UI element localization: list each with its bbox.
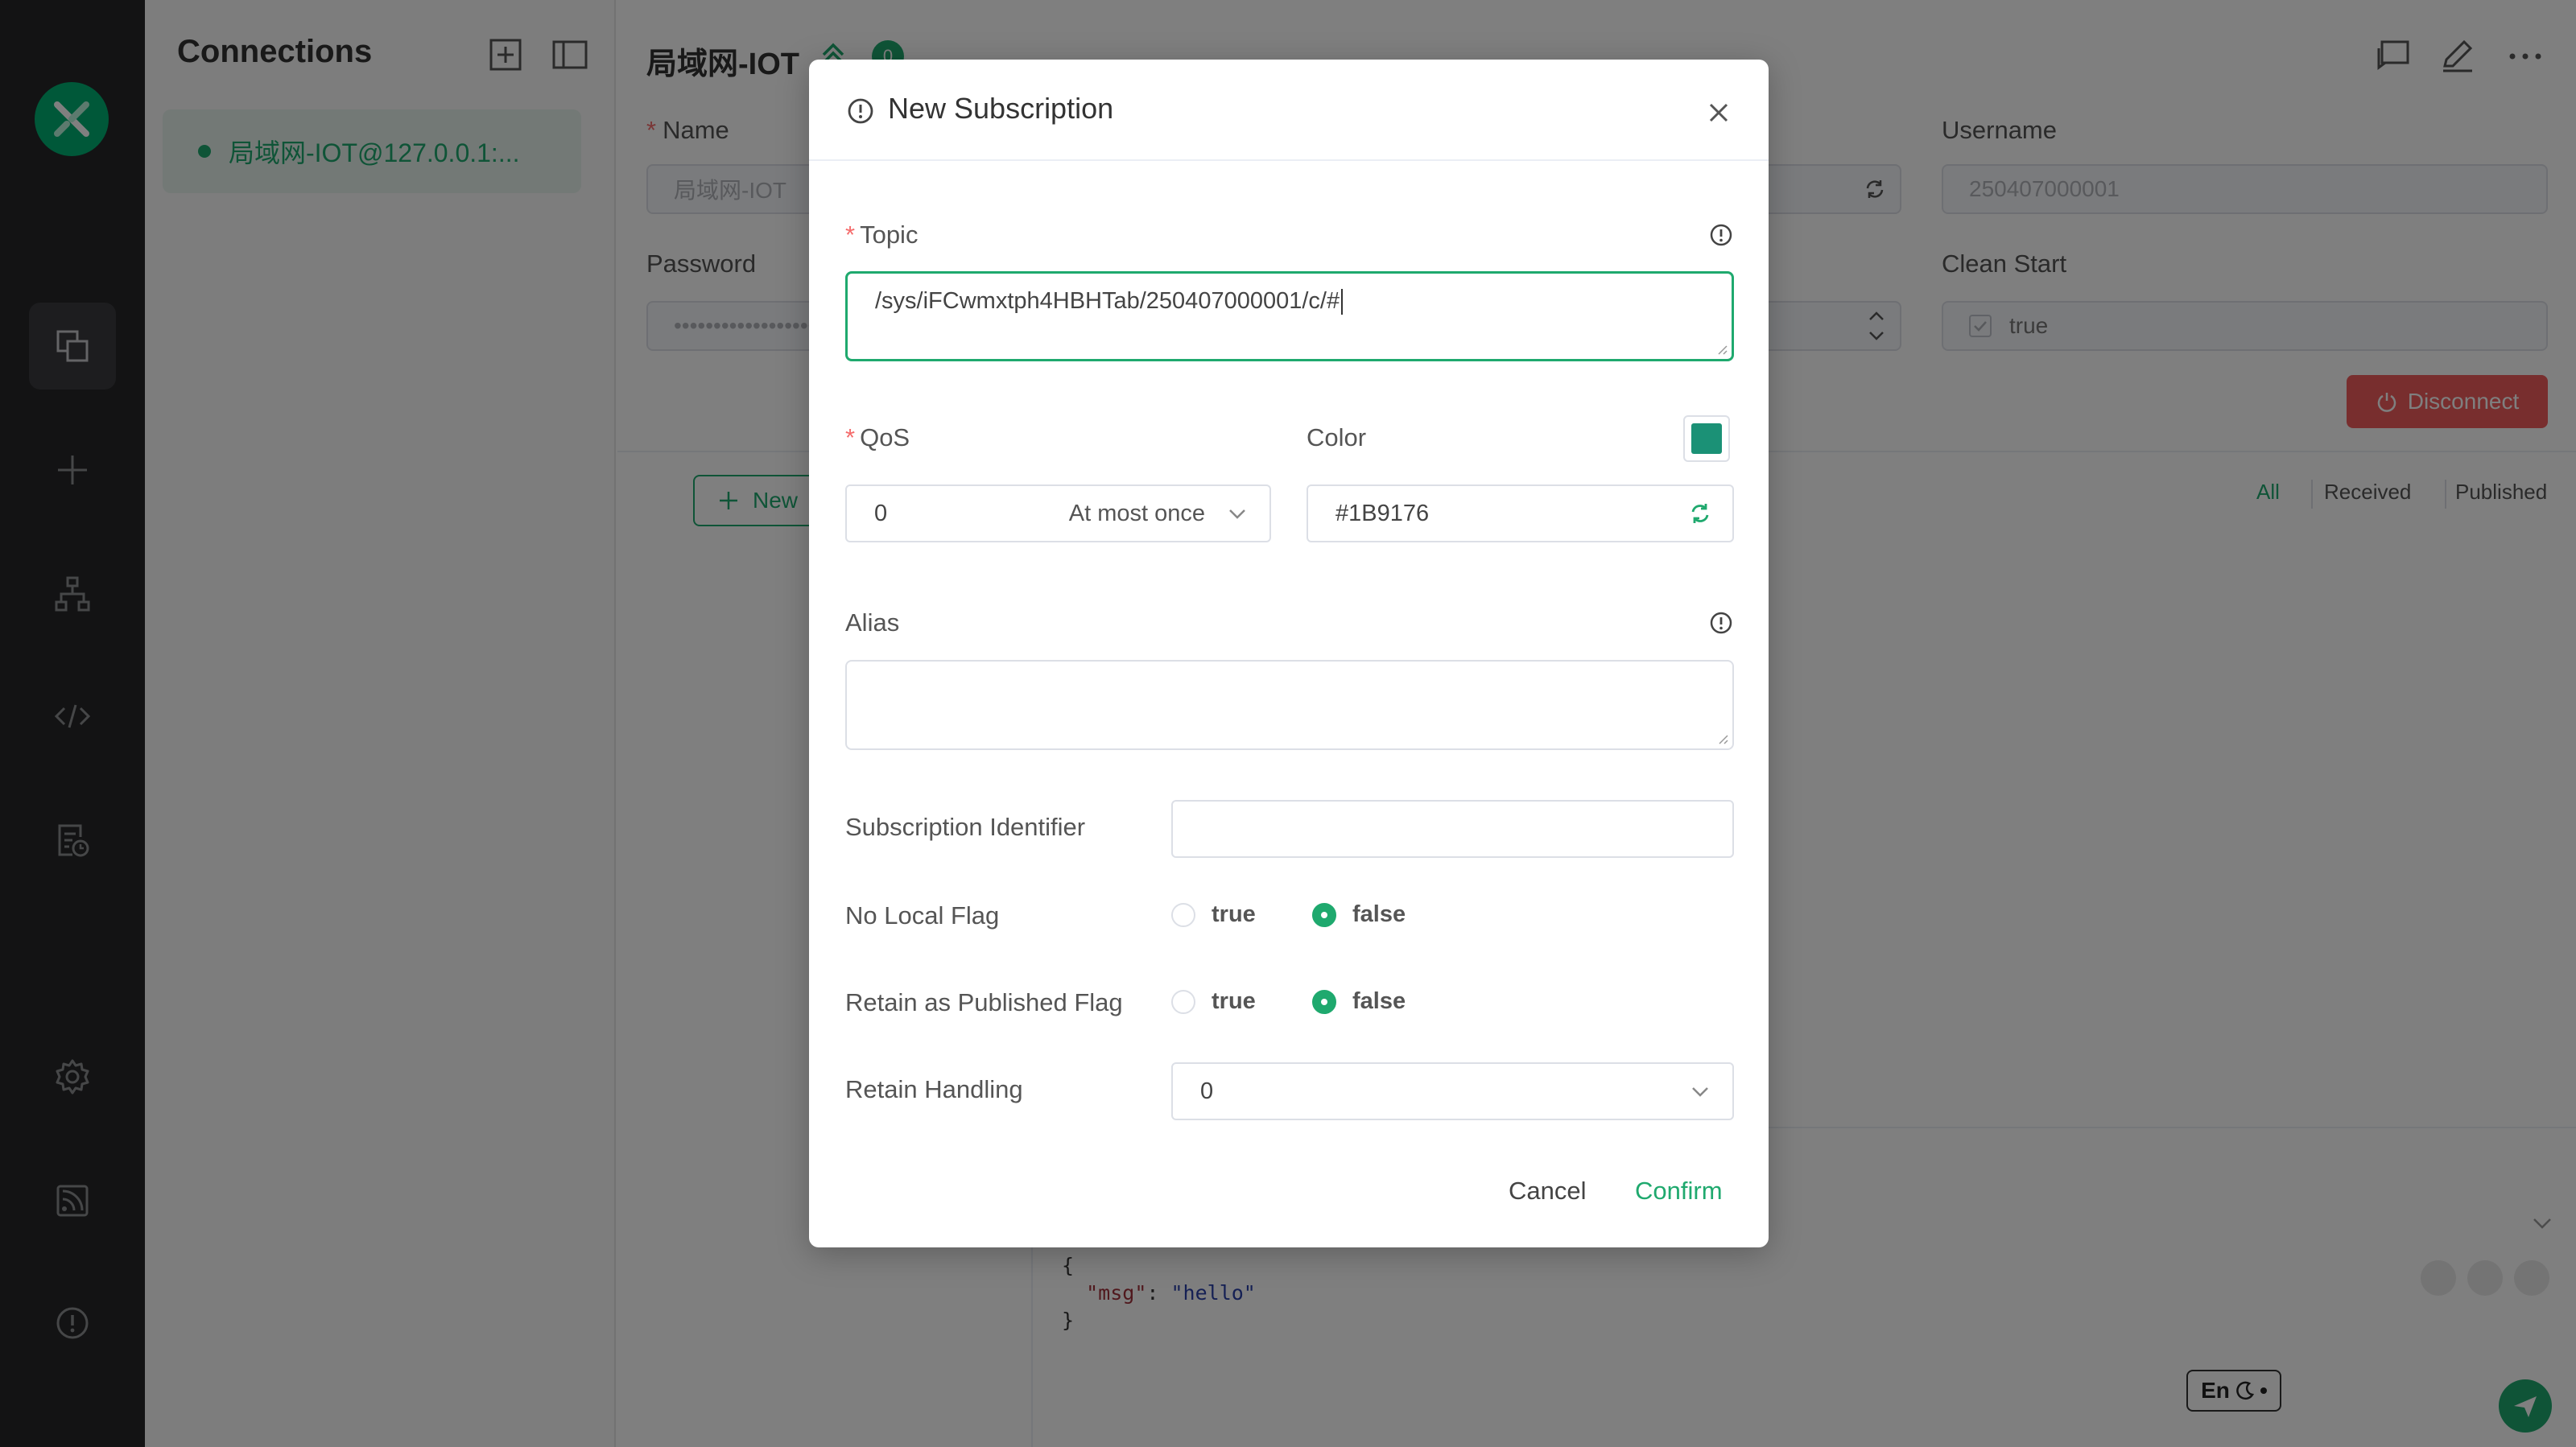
radio-circle	[1171, 902, 1195, 927]
radio-circle	[1312, 989, 1336, 1014]
retain-as-published-label: Retain as Published Flag	[845, 988, 1123, 1016]
topic-input[interactable]: /sys/iFCwmxtph4HBHTab/250407000001/c/#	[845, 271, 1734, 361]
rap-false-radio[interactable]: false	[1312, 988, 1406, 1015]
radio-label: false	[1352, 988, 1406, 1014]
dialog-header: New Subscription	[809, 60, 1769, 161]
close-icon[interactable]	[1703, 97, 1735, 129]
new-subscription-dialog: New Subscription * Topic /sys/iFCwmxtph4H…	[809, 60, 1769, 1247]
topic-label: * Topic	[845, 221, 919, 249]
subscription-identifier-input[interactable]	[1171, 800, 1734, 858]
color-picker-swatch[interactable]	[1683, 415, 1730, 462]
confirm-button[interactable]: Confirm	[1635, 1177, 1723, 1206]
rap-true-radio[interactable]: true	[1171, 988, 1256, 1015]
color-label: Color	[1307, 423, 1367, 451]
radio-label: true	[1212, 988, 1256, 1014]
color-input[interactable]: #1B9176	[1307, 484, 1734, 542]
radio-circle	[1171, 989, 1195, 1014]
subscription-identifier-label: Subscription Identifier	[845, 813, 1086, 841]
text-caret	[1341, 289, 1344, 315]
alias-label: Alias	[845, 608, 900, 637]
info-icon	[848, 98, 873, 124]
dialog-title: New Subscription	[888, 92, 1114, 125]
no-local-true-radio[interactable]: true	[1171, 901, 1256, 928]
qos-value: 0	[874, 500, 888, 526]
color-value: #1B9176	[1335, 500, 1430, 526]
no-local-flag-label: No Local Flag	[845, 901, 1000, 930]
topic-help-icon[interactable]	[1708, 222, 1734, 248]
cancel-button[interactable]: Cancel	[1509, 1177, 1587, 1206]
radio-label: true	[1212, 901, 1256, 927]
resize-grip-icon[interactable]	[1716, 732, 1729, 745]
topic-value: /sys/iFCwmxtph4HBHTab/250407000001/c/#	[875, 288, 1340, 314]
qos-select[interactable]: 0 At most once	[845, 484, 1271, 542]
chevron-down-icon	[1692, 1087, 1708, 1097]
color-swatch-fill	[1691, 423, 1722, 454]
radio-label: false	[1352, 901, 1406, 927]
retain-handling-select[interactable]: 0	[1171, 1062, 1734, 1120]
refresh-color-icon[interactable]	[1687, 501, 1713, 526]
no-local-false-radio[interactable]: false	[1312, 901, 1406, 928]
qos-label: * QoS	[845, 423, 910, 451]
alias-help-icon[interactable]	[1708, 610, 1734, 636]
retain-handling-value: 0	[1200, 1078, 1214, 1104]
qos-description: At most once	[1068, 500, 1205, 526]
retain-handling-label: Retain Handling	[845, 1075, 1023, 1103]
radio-circle	[1312, 902, 1336, 927]
resize-grip-icon[interactable]	[1715, 343, 1728, 356]
chevron-down-icon	[1229, 509, 1245, 519]
alias-input[interactable]	[845, 660, 1734, 750]
